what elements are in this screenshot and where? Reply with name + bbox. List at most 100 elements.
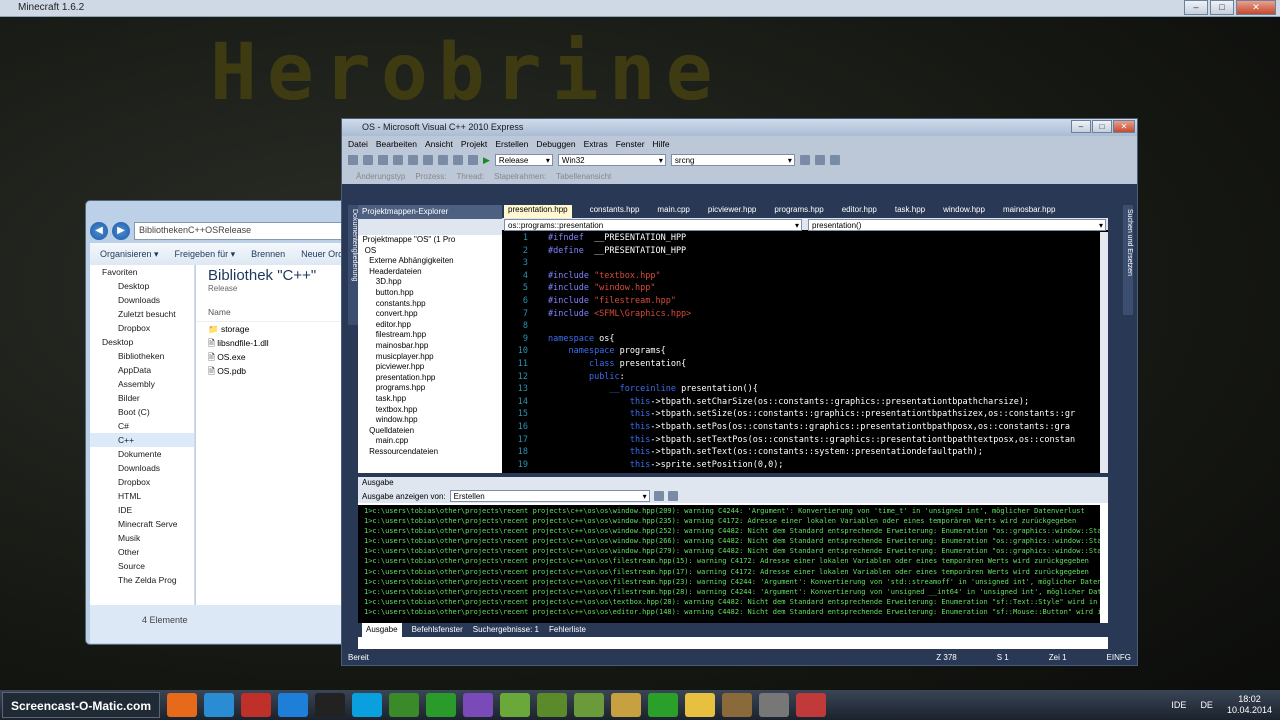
editor-scrollbar[interactable] <box>1100 232 1108 473</box>
debug-toolbar-item[interactable]: Tabellenansicht <box>556 172 611 181</box>
solution-tree-item[interactable]: window.hpp <box>358 415 507 426</box>
solution-tree-item[interactable]: filestream.hpp <box>358 330 507 341</box>
start-debug-icon[interactable]: ▶ <box>483 155 490 166</box>
minecraft-titlebar[interactable]: Minecraft 1.6.2 – □ ✕ <box>0 0 1280 17</box>
editor-tab[interactable]: window.hpp <box>943 205 985 218</box>
sidebar-item[interactable]: Downloads <box>90 461 194 475</box>
sidebar-item[interactable]: Downloads <box>90 293 194 307</box>
debug-toolbar-item[interactable]: Stapelrahmen: <box>494 172 546 181</box>
sidebar-item[interactable]: Dropbox <box>90 321 194 335</box>
menu-item[interactable]: Ansicht <box>425 136 453 152</box>
menu-item[interactable]: Extras <box>584 136 608 152</box>
sidebar-item[interactable]: HTML <box>90 489 194 503</box>
sidebar-item[interactable]: Zuletzt besucht <box>90 307 194 321</box>
minecraft-launcher-icon[interactable] <box>389 693 420 717</box>
solution-tree-item[interactable]: editor.hpp <box>358 320 507 331</box>
menu-item[interactable]: Datei <box>348 136 368 152</box>
member-nav-select[interactable]: presentation() <box>808 219 1106 231</box>
firefox-icon[interactable] <box>167 693 198 717</box>
sidebar-item[interactable]: AppData <box>90 363 194 377</box>
solution-tree-item[interactable]: textbox.hpp <box>358 405 507 416</box>
editor-tab[interactable]: mainosbar.hpp <box>1003 205 1055 218</box>
save-all-icon[interactable] <box>393 155 403 165</box>
file-item[interactable]: 🗎 libsndfile-1.dll <box>196 336 346 350</box>
maximize-button[interactable]: □ <box>1210 0 1234 15</box>
clear-output-icon[interactable] <box>653 491 664 501</box>
sidebar-item[interactable]: Dokumente <box>90 447 194 461</box>
skype-icon[interactable] <box>352 693 383 717</box>
sidebar-item[interactable]: Favoriten <box>90 265 194 279</box>
solution-tree-item[interactable]: Quelldateien <box>358 426 507 437</box>
sidebar-item[interactable]: The Zelda Prog <box>90 573 194 587</box>
menu-item[interactable]: Fenster <box>616 136 645 152</box>
breadcrumb-item[interactable]: C++ <box>188 225 205 235</box>
cmd-icon[interactable] <box>315 693 346 717</box>
paste-icon[interactable] <box>438 155 448 165</box>
sidebar-item[interactable]: Other <box>90 545 194 559</box>
bottom-tab[interactable]: Befehlsfenster <box>412 623 463 637</box>
keyboard-indicator[interactable]: DE <box>1200 700 1213 710</box>
sidebar-item[interactable]: Minecraft Serve <box>90 517 194 531</box>
open-icon[interactable] <box>363 155 373 165</box>
file-item[interactable]: 🗎 OS.exe <box>196 350 346 364</box>
editor-tab[interactable]: main.cpp <box>657 205 689 218</box>
vs-icon[interactable] <box>463 693 494 717</box>
editor-tab[interactable]: task.hpp <box>895 205 925 218</box>
menu-item[interactable]: Hilfe <box>653 136 670 152</box>
back-icon[interactable]: ◀ <box>90 222 108 240</box>
find-icon[interactable] <box>799 155 810 165</box>
menu-item[interactable]: Bearbeiten <box>376 136 417 152</box>
sidebar-item[interactable]: C++ <box>90 433 194 447</box>
word-wrap-icon[interactable] <box>667 491 678 501</box>
sidebar-item[interactable]: Desktop <box>90 279 194 293</box>
solution-tree-item[interactable]: Headerdateien <box>358 267 507 278</box>
snip-icon[interactable] <box>796 693 827 717</box>
solution-tree-item[interactable]: task.hpp <box>358 394 507 405</box>
explorer-icon[interactable] <box>685 693 716 717</box>
vs-close-button[interactable]: ✕ <box>1113 120 1135 133</box>
sidebar-item[interactable]: Desktop <box>90 335 194 349</box>
bottom-tab[interactable]: Fehlerliste <box>549 623 586 637</box>
menu-item[interactable]: Debuggen <box>536 136 575 152</box>
bottom-tab[interactable]: Suchergebnisse: 1 <box>473 623 539 637</box>
sidebar-item[interactable]: C# <box>90 419 194 433</box>
breadcrumb-item[interactable]: Bibliotheken <box>139 225 188 235</box>
tool-icon[interactable] <box>759 693 790 717</box>
debug-toolbar-item[interactable]: Thread: <box>457 172 485 181</box>
bottom-tab[interactable]: Ausgabe <box>362 623 402 637</box>
output-source-select[interactable]: Erstellen <box>449 490 650 502</box>
solution-tree-item[interactable]: musicplayer.hpp <box>358 352 507 363</box>
ie-icon[interactable] <box>278 693 309 717</box>
language-indicator[interactable]: IDE <box>1171 700 1186 710</box>
solution-tree-item[interactable]: main.cpp <box>358 436 507 447</box>
vs-titlebar[interactable]: OS - Microsoft Visual C++ 2010 Express –… <box>342 119 1137 136</box>
save-icon[interactable] <box>378 155 388 165</box>
solution-explorer-icon[interactable] <box>814 155 825 165</box>
toolbar-button[interactable]: Brennen <box>251 249 285 259</box>
solution-tree-item[interactable]: presentation.hpp <box>358 373 507 384</box>
close-button[interactable]: ✕ <box>1236 0 1276 15</box>
address-bar[interactable]: BibliothekenC++OSRelease <box>134 222 346 240</box>
solution-tree-item[interactable]: programs.hpp <box>358 383 507 394</box>
code-editor[interactable]: presentation.hpp constants.hpp main.cpp pic… <box>502 205 1108 473</box>
avast-icon[interactable] <box>241 693 272 717</box>
solution-tree-item[interactable]: picviewer.hpp <box>358 362 507 373</box>
properties-icon[interactable] <box>829 155 840 165</box>
editor-tab[interactable]: editor.hpp <box>842 205 877 218</box>
sidebar-item[interactable]: Dropbox <box>90 475 194 489</box>
sidebar-item[interactable]: Bibliotheken <box>90 349 194 363</box>
solution-tree-item[interactable]: Ressourcendateien <box>358 447 507 458</box>
toolbar-button[interactable]: Neuer Ordner <box>301 249 346 259</box>
debug-toolbar-item[interactable]: Änderungstyp <box>356 172 405 181</box>
cs-icon[interactable] <box>611 693 642 717</box>
platform-select[interactable]: Win32 <box>557 154 666 166</box>
sidebar-item[interactable]: Musik <box>90 531 194 545</box>
toolbar-button[interactable]: Freigeben für ▾ <box>175 249 236 260</box>
find-replace-tab[interactable]: Suchen und Ersetzen <box>1123 205 1133 315</box>
green-ball-icon[interactable] <box>648 693 679 717</box>
solution-tree-item[interactable]: 3D.hpp <box>358 277 507 288</box>
notepadpp-icon[interactable] <box>500 693 531 717</box>
editor-tab[interactable]: constants.hpp <box>590 205 640 218</box>
new-file-icon[interactable] <box>348 155 358 165</box>
breadcrumb-item[interactable]: Release <box>218 225 251 235</box>
